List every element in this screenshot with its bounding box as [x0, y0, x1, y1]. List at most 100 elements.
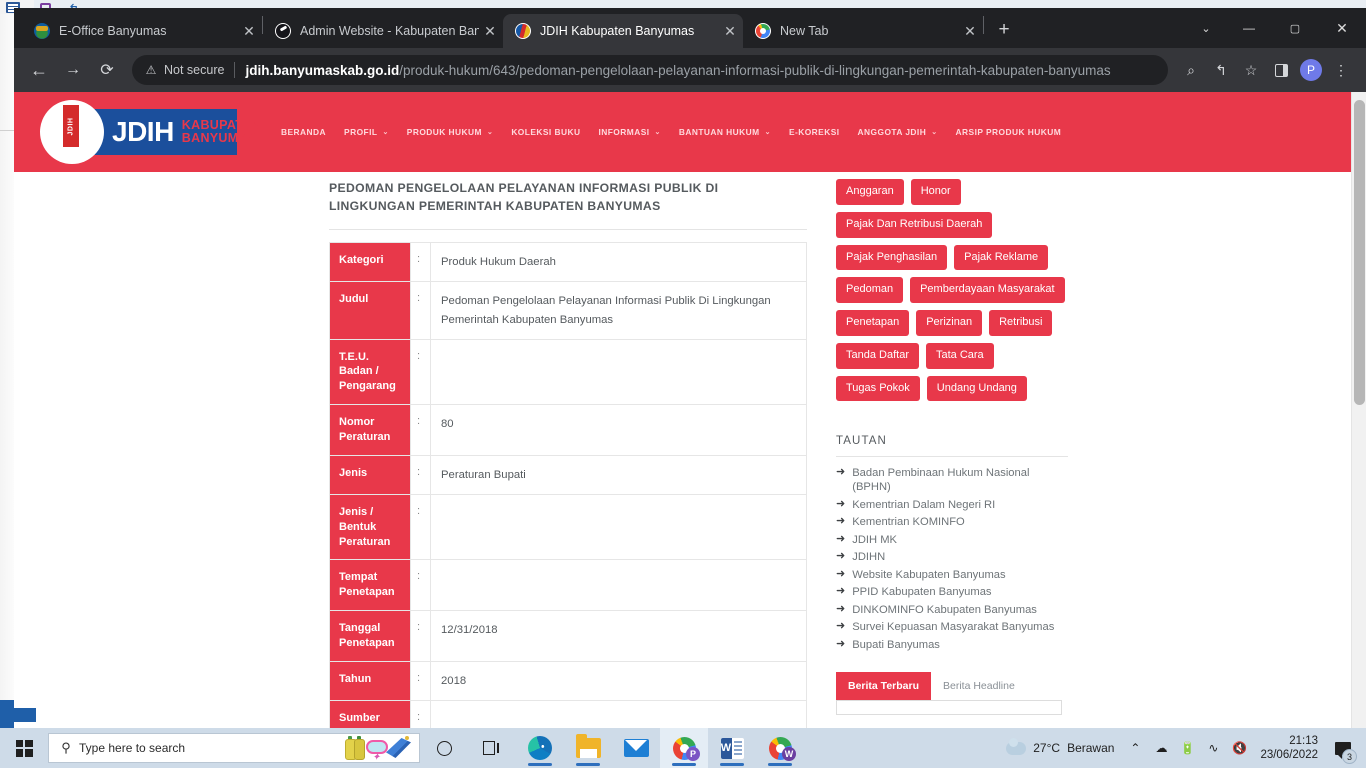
nav-item-informasi[interactable]: INFORMASI ⌄	[589, 127, 669, 137]
battery-icon[interactable]: 🔋	[1174, 728, 1200, 768]
logo-ribbon-text: JDIH	[67, 117, 75, 135]
tag-pajak-penghasilan[interactable]: Pajak Penghasilan	[836, 244, 948, 271]
arrow-right-icon: ➜	[836, 602, 846, 615]
tag-pemberdayaan-masyarakat[interactable]: Pemberdayaan Masyarakat	[910, 277, 1065, 303]
row-colon: :	[410, 610, 431, 662]
tab-berita-headline[interactable]: Berita Headline	[931, 672, 1027, 700]
close-icon[interactable]: ✕	[238, 20, 260, 42]
list-item[interactable]: ➜ Bupati Banyumas	[836, 638, 1068, 652]
microsoft-edge-icon	[528, 736, 552, 760]
browser-toolbar: ← → ⟳ ⚠ Not secure jdih.banyumaskab.go.i…	[14, 48, 1366, 92]
profile-avatar[interactable]: P	[1300, 59, 1322, 81]
browser-tab-admin-website[interactable]: Admin Website - Kabupaten Ban ✕	[263, 14, 503, 48]
tag-tanda-daftar[interactable]: Tanda Daftar	[836, 342, 919, 369]
jdih-logo[interactable]: JDIH KABUPATEN BANYUMAS JDIH	[40, 100, 261, 164]
clock[interactable]: 21:13 23/06/2022	[1252, 734, 1326, 763]
bookmark-star-icon[interactable]: ☆	[1236, 55, 1266, 85]
nav-label: ARSIP PRODUK HUKUM	[955, 127, 1062, 137]
nav-item-beranda[interactable]: BERANDA	[272, 127, 335, 137]
side-panel-icon[interactable]	[1266, 55, 1296, 85]
onedrive-icon[interactable]: ☁	[1148, 728, 1174, 768]
nav-item-arsip-produk-hukum[interactable]: ARSIP PRODUK HUKUM	[947, 127, 1071, 137]
list-item[interactable]: ➜ DINKOMINFO Kabupaten Banyumas	[836, 603, 1068, 617]
wifi-icon[interactable]: ∿	[1200, 728, 1226, 768]
list-item[interactable]: ➜ Website Kabupaten Banyumas	[836, 568, 1068, 582]
nav-label: E-KOREKSI	[788, 127, 840, 137]
browser-tab-e-office[interactable]: E-Office Banyumas ✕	[22, 14, 262, 48]
nav-item-profil[interactable]: PROFIL ⌄	[335, 127, 398, 137]
close-icon[interactable]: ✕	[959, 20, 981, 42]
zoom-icon[interactable]: ⌕	[1176, 55, 1206, 85]
tag-undang-undang[interactable]: Undang Undang	[926, 375, 1027, 402]
tag-anggaran[interactable]: Anggaran	[836, 179, 904, 205]
nav-item-anggota-jdih[interactable]: ANGGOTA JDIH ⌄	[849, 127, 947, 137]
back-button[interactable]: ←	[24, 55, 54, 85]
list-item[interactable]: ➜ JDIHN	[836, 550, 1068, 564]
tag-tata-cara[interactable]: Tata Cara	[925, 342, 994, 369]
chrome-menu-icon[interactable]: ⋮	[1326, 55, 1356, 85]
nav-item-e-koreksi[interactable]: E-KOREKSI	[780, 127, 849, 137]
nav-item-produk-hukum[interactable]: PRODUK HUKUM ⌄	[398, 127, 503, 137]
close-icon[interactable]: ✕	[479, 20, 501, 42]
minimize-button[interactable]: —	[1226, 11, 1272, 45]
list-item[interactable]: ➜ Survei Kepuasan Masyarakat Banyumas	[836, 620, 1068, 634]
search-input[interactable]: ⚲ Type here to search ✦	[48, 733, 420, 763]
close-icon[interactable]: ✕	[719, 20, 741, 42]
share-icon[interactable]: ↰	[1206, 55, 1236, 85]
row-colon: :	[410, 493, 431, 561]
forward-button[interactable]: →	[58, 55, 88, 85]
taskbar-app-word[interactable]	[708, 728, 756, 768]
volume-muted-icon[interactable]: 🔇	[1226, 728, 1252, 768]
nav-label: BANTUAN HUKUM	[678, 127, 760, 137]
start-button[interactable]	[0, 728, 48, 768]
tab-search-chevron-icon[interactable]: ⌄	[1186, 11, 1226, 45]
tab-berita-terbaru[interactable]: Berita Terbaru	[836, 671, 931, 700]
cortana-button[interactable]	[420, 728, 468, 768]
row-value: Produk Hukum Daerah	[430, 242, 807, 283]
list-item[interactable]: ➜ Badan Pembinaan Hukum Nasional (BPHN)	[836, 466, 1068, 494]
chevron-down-icon: ⌄	[764, 129, 771, 136]
address-bar[interactable]: ⚠ Not secure jdih.banyumaskab.go.id/prod…	[132, 55, 1168, 85]
warning-triangle-icon[interactable]: ⚠	[144, 63, 158, 77]
nav-item-koleksi-buku[interactable]: KOLEKSI BUKU	[502, 127, 589, 137]
taskbar-app-chrome-p[interactable]: P	[660, 728, 708, 768]
tab-title: E-Office Banyumas	[59, 24, 167, 38]
weather-widget[interactable]: 27°C Berawan	[998, 737, 1122, 755]
background-window-tab	[14, 708, 36, 722]
tag-penetapan[interactable]: Penetapan	[836, 310, 910, 336]
list-item[interactable]: ➜ PPID Kabupaten Banyumas	[836, 585, 1068, 599]
site-navigation: BERANDA PROFIL ⌄ PRODUK HUKUM ⌄ KOLEKSI BU…	[272, 92, 1070, 172]
list-item[interactable]: ➜ Kementrian Dalam Negeri RI	[836, 498, 1068, 512]
row-colon: :	[410, 699, 431, 728]
page-scrollbar[interactable]	[1351, 92, 1366, 728]
row-value: Pedoman Pengelolaan Pelayanan Informasi …	[430, 281, 807, 340]
taskbar-app-file-explorer[interactable]	[564, 728, 612, 768]
close-window-button[interactable]: ✕	[1318, 11, 1366, 45]
taskbar-app-mail[interactable]	[612, 728, 660, 768]
logo-ribbon: JDIH	[63, 105, 79, 147]
taskbar-app-chrome-w[interactable]: W	[756, 728, 804, 768]
chrome-browser-window: E-Office Banyumas ✕ Admin Website - Kabu…	[14, 8, 1366, 728]
tag-tugas-pokok[interactable]: Tugas Pokok	[836, 375, 920, 402]
scrollbar-thumb[interactable]	[1354, 100, 1365, 405]
tag-retribusi[interactable]: Retribusi	[989, 310, 1053, 336]
list-item[interactable]: ➜ JDIH MK	[836, 533, 1068, 547]
list-item[interactable]: ➜ Kementrian KOMINFO	[836, 515, 1068, 529]
new-tab-button[interactable]: +	[990, 16, 1018, 44]
browser-tab-jdih-active[interactable]: JDIH Kabupaten Banyumas ✕	[503, 14, 743, 48]
maximize-button[interactable]: ▢	[1272, 11, 1318, 45]
notifications-button[interactable]: 3	[1326, 728, 1360, 768]
tag-honor[interactable]: Honor	[910, 179, 961, 205]
security-status-label: Not secure	[164, 63, 225, 77]
reload-button[interactable]: ⟳	[92, 55, 122, 85]
table-row: Nomor Peraturan : 80	[329, 404, 807, 456]
show-hidden-icons-chevron[interactable]: ⌃	[1122, 728, 1148, 768]
task-view-button[interactable]	[468, 728, 516, 768]
taskbar-app-edge[interactable]	[516, 728, 564, 768]
tag-pajak-dan-retribusi-daerah[interactable]: Pajak Dan Retribusi Daerah	[836, 211, 993, 238]
browser-tab-new-tab[interactable]: New Tab ✕	[743, 14, 983, 48]
nav-item-bantuan-hukum[interactable]: BANTUAN HUKUM ⌄	[670, 127, 780, 137]
tag-pajak-reklame[interactable]: Pajak Reklame	[954, 244, 1049, 271]
tag-perizinan[interactable]: Perizinan	[916, 310, 983, 336]
tag-pedoman[interactable]: Pedoman	[836, 277, 904, 303]
